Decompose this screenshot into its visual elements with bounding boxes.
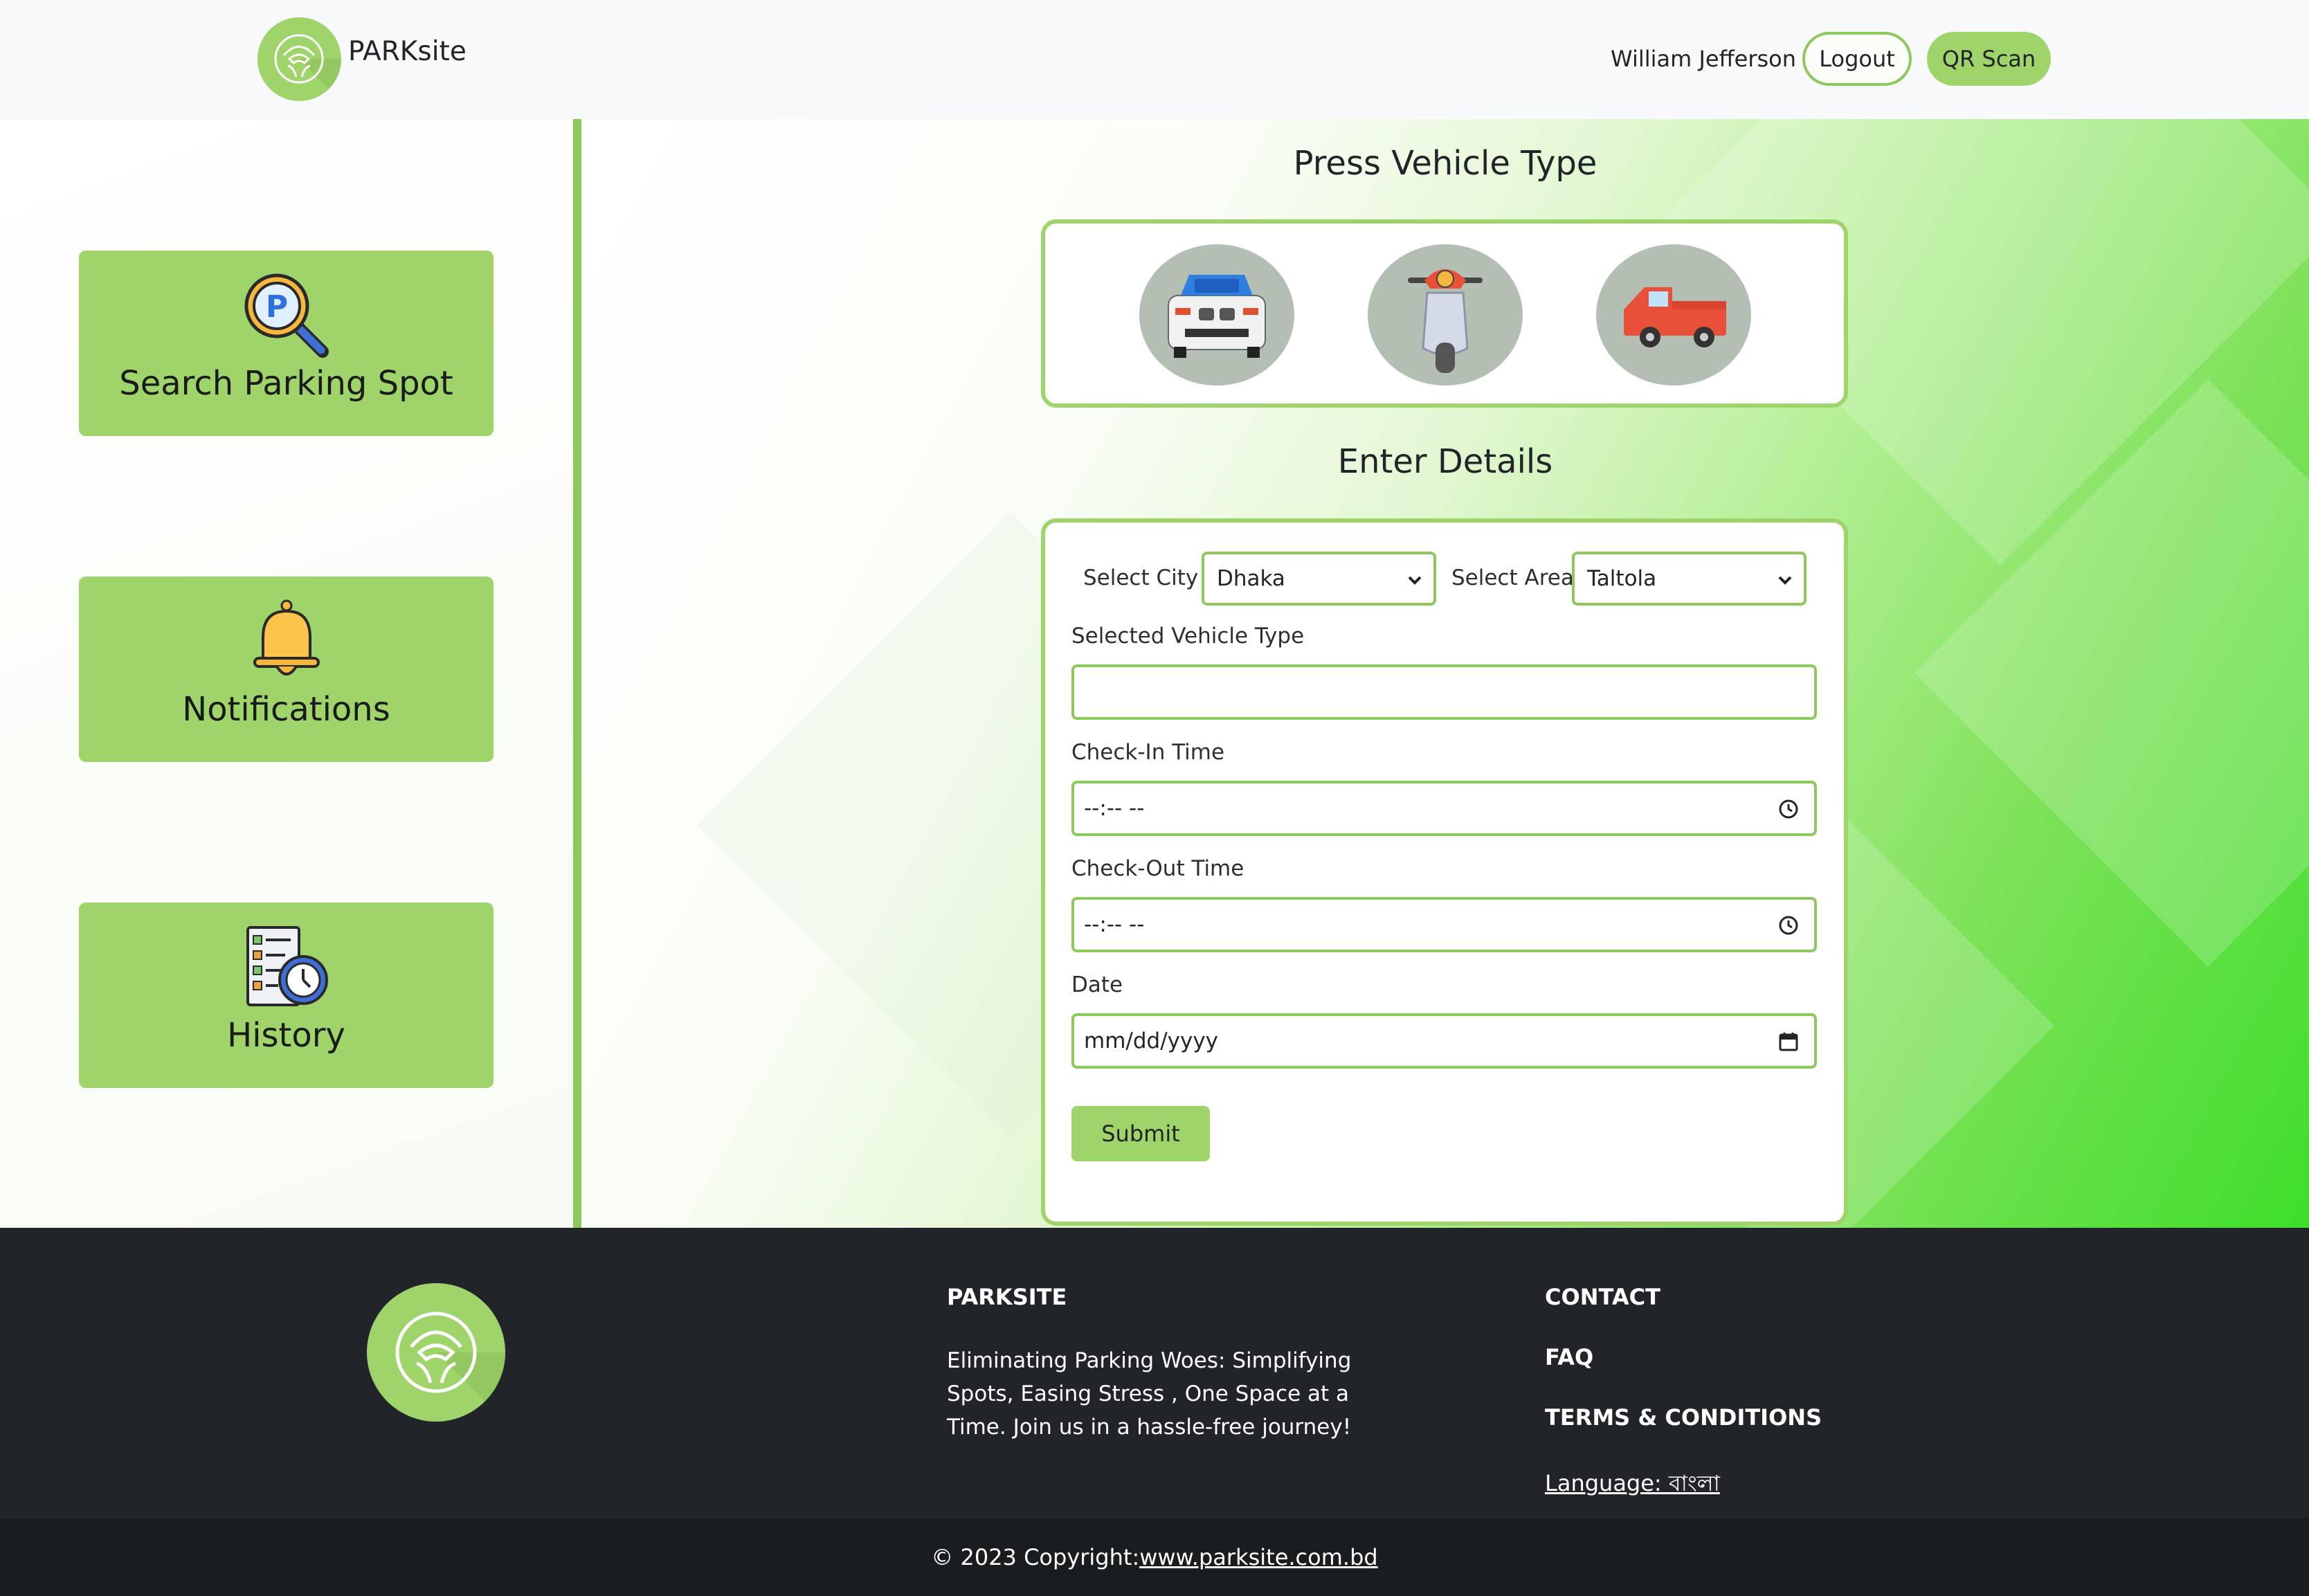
footer-terms-link[interactable]: TERMS & CONDITIONS xyxy=(1545,1404,1822,1431)
vehicle-type-input[interactable] xyxy=(1071,664,1817,720)
clock-icon[interactable] xyxy=(1778,799,1799,819)
date-value: mm/dd/yyyy xyxy=(1084,1028,1219,1053)
footer-about-text: Eliminating Parking Woes: Simplifying Sp… xyxy=(947,1348,1352,1440)
calendar-icon[interactable] xyxy=(1778,1031,1799,1052)
city-label: Select City xyxy=(1083,565,1199,590)
date-input[interactable]: mm/dd/yyyy xyxy=(1071,1013,1817,1069)
checkin-time-input[interactable]: --:-- -- xyxy=(1071,781,1817,836)
footer-logo-icon xyxy=(367,1283,505,1422)
copyright-text: © 2023 Copyright: xyxy=(931,1544,1140,1570)
sidebar-divider xyxy=(573,119,581,1228)
footer-faq-link[interactable]: FAQ xyxy=(1545,1344,1593,1370)
checkin-label: Check-In Time xyxy=(1071,740,1225,765)
area-label: Select Area xyxy=(1451,565,1574,590)
chevron-down-icon xyxy=(1408,576,1422,585)
chevron-down-icon xyxy=(1778,576,1792,585)
vehicle-type-title: Press Vehicle Type xyxy=(1293,144,1597,183)
footer-contact-link[interactable]: CONTACT xyxy=(1545,1284,1660,1310)
vehicle-type-selector xyxy=(1041,219,1848,408)
vehicle-option-truck[interactable] xyxy=(1596,244,1751,386)
website-link[interactable]: www.parksite.com.bd xyxy=(1139,1544,1377,1570)
booking-form: Select City Dhaka Select Area Taltola Se… xyxy=(1041,518,1848,1226)
svg-text:P: P xyxy=(266,289,288,325)
copyright-bar: © 2023 Copyright: www.parksite.com.bd xyxy=(0,1518,2309,1596)
history-checklist-clock-icon xyxy=(246,926,328,1006)
sidebar: P Search Parking Spot Notifications Hist… xyxy=(0,119,573,1228)
logo-icon[interactable] xyxy=(257,17,341,101)
vehicle-option-scooter[interactable] xyxy=(1368,244,1523,386)
language-switch-link[interactable]: Language: বাংলা xyxy=(1545,1466,1720,1503)
checkout-label: Check-Out Time xyxy=(1071,856,1244,881)
parking-search-icon: P xyxy=(244,273,329,358)
brand-name[interactable]: PARKsite xyxy=(348,36,467,67)
user-name: William Jefferson xyxy=(1611,46,1796,72)
scooter-icon xyxy=(1408,269,1483,373)
footer-about-heading: PARKSITE xyxy=(947,1284,1067,1310)
bell-icon xyxy=(253,599,320,675)
footer: PARKSITE Eliminating Parking Woes: Simpl… xyxy=(0,1228,2309,1518)
qr-scan-button[interactable]: QR Scan xyxy=(1927,32,2051,86)
sidebar-item-label: Search Parking Spot xyxy=(119,364,453,403)
sidebar-item-label: Notifications xyxy=(182,690,390,729)
checkin-time-value: --:-- -- xyxy=(1084,796,1145,821)
vehicle-type-label: Selected Vehicle Type xyxy=(1071,624,1305,649)
car-icon xyxy=(1168,275,1266,358)
checkout-time-value: --:-- -- xyxy=(1084,912,1145,937)
area-select[interactable]: Taltola xyxy=(1572,552,1807,606)
checkout-time-input[interactable]: --:-- -- xyxy=(1071,897,1817,952)
area-select-value: Taltola xyxy=(1587,566,1657,591)
date-label: Date xyxy=(1071,972,1123,997)
sidebar-item-label: History xyxy=(227,1016,345,1055)
city-select-value: Dhaka xyxy=(1217,566,1285,591)
sidebar-item-history[interactable]: History xyxy=(79,903,494,1088)
main-content: Press Vehicle Type Enter Details Select … xyxy=(581,119,2309,1228)
sidebar-item-search-parking[interactable]: P Search Parking Spot xyxy=(79,251,494,436)
details-title: Enter Details xyxy=(1337,442,1553,481)
city-select[interactable]: Dhaka xyxy=(1202,552,1436,606)
vehicle-option-car[interactable] xyxy=(1139,244,1294,386)
pickup-truck-icon xyxy=(1624,287,1726,347)
logout-button[interactable]: Logout xyxy=(1802,32,1912,86)
clock-icon[interactable] xyxy=(1778,915,1799,936)
top-navbar: PARKsite William Jefferson Logout QR Sca… xyxy=(0,0,2309,119)
sidebar-item-notifications[interactable]: Notifications xyxy=(79,577,494,762)
submit-button[interactable]: Submit xyxy=(1071,1106,1210,1161)
